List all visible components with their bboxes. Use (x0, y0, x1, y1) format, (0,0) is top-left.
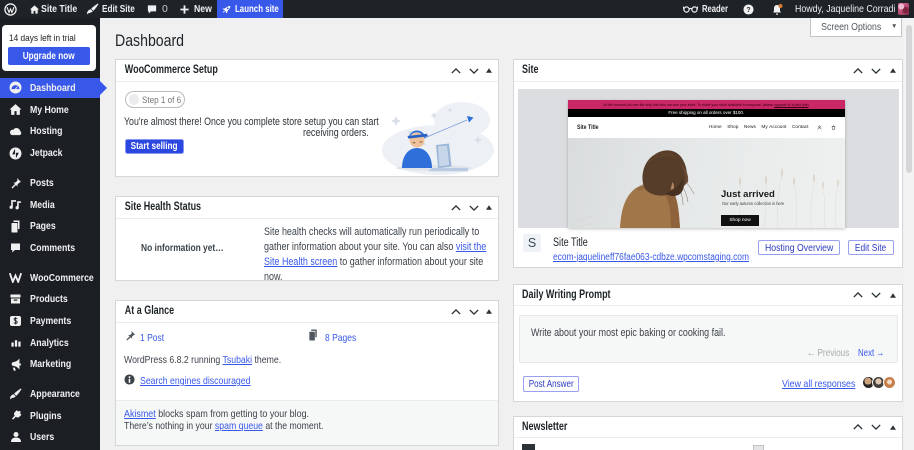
svg-text:?: ? (746, 7, 750, 14)
